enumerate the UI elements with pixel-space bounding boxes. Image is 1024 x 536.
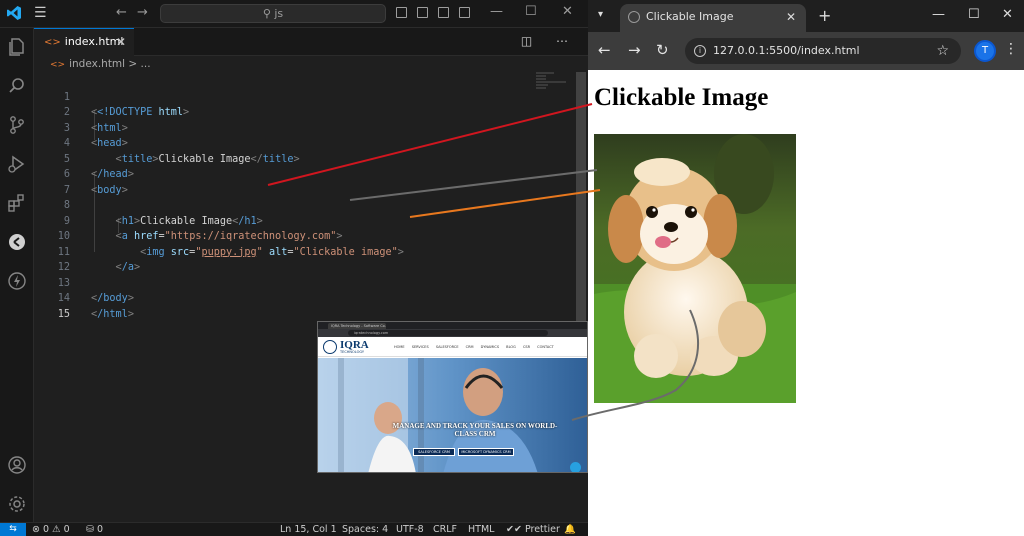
problems-indicator[interactable]: ⊗ 0 ⚠ 0: [32, 523, 70, 536]
code-line: 13 </body>: [57, 277, 134, 305]
globe-icon: [628, 11, 640, 23]
encoding-setting[interactable]: UTF-8: [396, 523, 424, 536]
remote-explorer-icon[interactable]: [6, 231, 28, 253]
search-icon: ⚲: [262, 7, 275, 20]
address-bar[interactable]: i 127.0.0.1:5500/index.html ☆: [685, 38, 961, 64]
code-line: 14 </html>: [57, 293, 134, 320]
browser-menu-icon[interactable]: ⋮: [1004, 41, 1018, 57]
tab-search-chevron-icon[interactable]: ▾: [598, 9, 603, 20]
code-line: 7: [63, 184, 70, 196]
search-icon[interactable]: [6, 75, 28, 97]
maximize-icon[interactable]: ☐: [968, 7, 980, 22]
browser-toolbar: ← → ↻ i 127.0.0.1:5500/index.html ☆ T ⋮: [588, 32, 1024, 70]
code-line: 6 <body>: [63, 169, 128, 196]
live-server-icon[interactable]: [6, 270, 28, 292]
editor-tab-bar: <> index.html ✕ ◫ ⋯: [34, 28, 588, 56]
activity-bar: [0, 28, 34, 522]
browser-tab[interactable]: Clickable Image ✕: [620, 4, 806, 32]
preview-tab-strip: IQRA Technology - Software Co...: [318, 322, 587, 329]
cursor-position[interactable]: Ln 15, Col 1: [280, 523, 337, 536]
tab-index-html[interactable]: <> index.html ✕: [34, 28, 134, 56]
toggle-secondary-sidebar-icon[interactable]: [438, 7, 449, 18]
chat-bubble-icon: [570, 462, 581, 472]
browser-tab-strip: ▾ Clickable Image ✕ + — ☐ ✕: [588, 0, 1024, 32]
indentation-setting[interactable]: Spaces: 4: [342, 523, 388, 536]
ports-indicator[interactable]: ⛁ 0: [86, 523, 103, 536]
hero-headline: MANAGE AND TRACK YOUR SALES ON WORLD-CLA…: [392, 422, 558, 438]
editor-scrollbar[interactable]: [576, 72, 586, 322]
maximize-icon[interactable]: ☐: [525, 4, 537, 19]
close-window-icon[interactable]: ✕: [562, 4, 573, 19]
back-arrow-icon[interactable]: ←: [598, 41, 611, 59]
dynamics-crm-button: MICROSOFT DYNAMICS CRM: [458, 448, 514, 456]
page-heading: Clickable Image: [594, 84, 769, 111]
close-tab-icon[interactable]: ✕: [116, 29, 126, 55]
html-file-icon: <>: [50, 60, 66, 70]
explorer-icon[interactable]: [6, 36, 28, 58]
settings-gear-icon[interactable]: [6, 493, 28, 515]
split-editor-icon[interactable]: ◫ ⋯: [521, 34, 578, 48]
vscode-titlebar: ☰ ← → ⚲ js — ☐ ✕: [0, 0, 588, 28]
code-line: 2 <html>: [63, 107, 128, 134]
code-line: 4 <title>Clickable Image</title>: [63, 138, 300, 165]
linked-site-preview: IQRA Technology - Software Co... iqratec…: [317, 321, 588, 473]
preview-hero: MANAGE AND TRACK YOUR SALES ON WORLD-CLA…: [318, 358, 587, 472]
minimap[interactable]: [536, 72, 576, 102]
extensions-icon[interactable]: [6, 192, 28, 214]
new-tab-plus-icon[interactable]: +: [818, 6, 831, 25]
accounts-icon[interactable]: [6, 454, 28, 476]
code-line: 3 <head>: [63, 122, 128, 150]
source-control-icon[interactable]: [6, 114, 28, 136]
code-line-h1: 8 <h1>Clickable Image</h1>: [63, 200, 263, 227]
prettier-status[interactable]: ✔✔ Prettier: [506, 523, 560, 536]
vscode-logo-icon: [7, 6, 21, 20]
iqra-logo-subtitle: TECHNOLOGY: [340, 350, 365, 354]
preview-toolbar: iqratechnology.com: [318, 329, 587, 337]
forward-arrow-icon[interactable]: →: [137, 5, 148, 20]
hamburger-menu-icon[interactable]: ☰: [34, 5, 47, 21]
minimize-icon[interactable]: —: [932, 7, 945, 22]
preview-site-nav: IQRA TECHNOLOGY HOME SERVICES SALESFORCE…: [318, 337, 587, 357]
reload-icon[interactable]: ↻: [656, 41, 669, 59]
language-mode[interactable]: HTML: [468, 523, 494, 536]
iqra-logo-icon: [323, 340, 337, 354]
notifications-bell-icon[interactable]: 🔔: [564, 523, 576, 536]
code-line-current: 15: [57, 308, 70, 320]
forward-arrow-icon[interactable]: →: [628, 41, 641, 59]
code-line: 12: [57, 262, 70, 273]
command-center-search[interactable]: ⚲ js: [160, 4, 386, 23]
back-arrow-icon[interactable]: ←: [116, 5, 127, 20]
code-line: 1 <<!DOCTYPE html>: [63, 91, 190, 119]
code-line: 5 </head>: [63, 153, 134, 181]
code-line: 11 </a>: [57, 246, 141, 274]
code-line-img: 10 <img src="puppy.jpg" alt="Clickable i…: [57, 231, 404, 258]
customize-layout-icon[interactable]: [459, 7, 470, 18]
profile-avatar[interactable]: T: [974, 40, 996, 62]
preview-menu: HOME SERVICES SALESFORCE CRM DYNAMICS BL…: [394, 345, 554, 349]
toggle-sidebar-icon[interactable]: [396, 7, 407, 18]
minimize-icon[interactable]: —: [490, 4, 503, 19]
close-window-icon[interactable]: ✕: [1002, 7, 1013, 22]
close-tab-icon[interactable]: ✕: [786, 4, 796, 30]
html-file-icon: <>: [44, 37, 61, 48]
run-debug-icon[interactable]: [6, 153, 28, 175]
salesforce-crm-button: SALESFORCE CRM: [413, 448, 455, 456]
preview-address-bar: iqratechnology.com: [348, 330, 548, 336]
browser-window: ▾ Clickable Image ✕ + — ☐ ✕ ← → ↻ i 127.…: [588, 0, 1024, 536]
breadcrumb[interactable]: <> index.html > ...: [50, 58, 151, 70]
remote-indicator-icon[interactable]: ⇆: [0, 523, 26, 536]
puppy-image-link[interactable]: [594, 134, 796, 403]
site-info-icon[interactable]: i: [694, 45, 706, 57]
toggle-panel-icon[interactable]: [417, 7, 428, 18]
bookmark-star-icon[interactable]: ☆: [936, 38, 949, 64]
eol-setting[interactable]: CRLF: [433, 523, 457, 536]
code-line-anchor: 9 <a href="https://iqratechnology.com">: [63, 215, 343, 243]
status-bar: ⇆ ⊗ 0 ⚠ 0 ⛁ 0 Ln 15, Col 1 Spaces: 4 UTF…: [0, 522, 588, 536]
